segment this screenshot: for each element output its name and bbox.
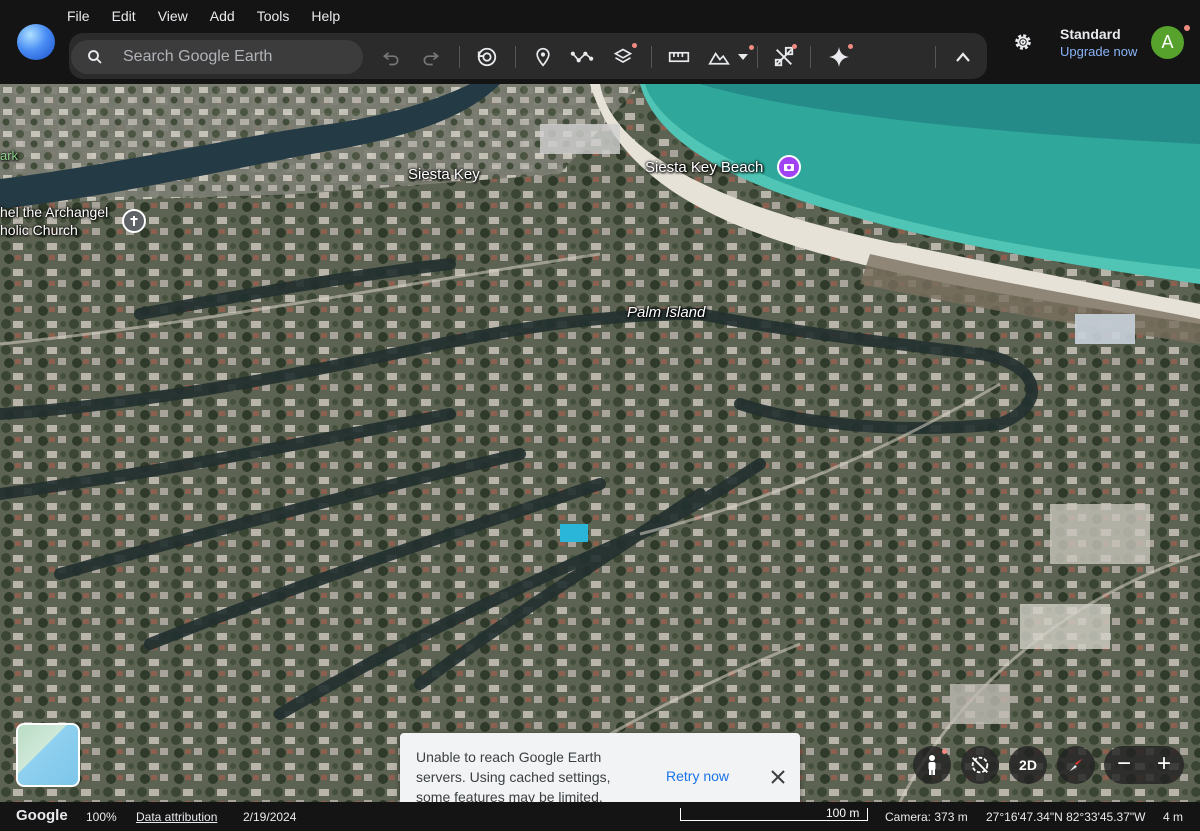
label-park[interactable]: ark xyxy=(0,148,18,163)
retry-button[interactable]: Retry now xyxy=(666,768,729,784)
google-earth-logo[interactable] xyxy=(17,24,55,60)
menu-view[interactable]: View xyxy=(147,5,199,27)
camera-altitude: Camera: 373 m xyxy=(885,810,968,824)
zoom-out-icon[interactable]: − xyxy=(1106,750,1142,780)
menu-file[interactable]: File xyxy=(56,5,101,27)
reset-tilt-icon[interactable] xyxy=(961,746,999,784)
menu-help[interactable]: Help xyxy=(300,5,351,27)
label-church-line1[interactable]: hel the Archangel xyxy=(0,204,108,220)
path-icon[interactable] xyxy=(569,44,595,70)
layers-icon[interactable] xyxy=(610,44,636,70)
zoom-controls: − + xyxy=(1104,746,1184,784)
label-church-line2[interactable]: holic Church xyxy=(0,222,78,238)
map-view[interactable]: Siesta Key Siesta Key Beach Palm Island … xyxy=(0,84,1200,802)
terrain-icon[interactable] xyxy=(706,44,732,70)
history-icon[interactable] xyxy=(474,44,500,70)
menu-edit[interactable]: Edit xyxy=(101,5,147,27)
close-icon[interactable] xyxy=(770,769,786,785)
menu-tools[interactable]: Tools xyxy=(246,5,301,27)
pegman-notification-dot xyxy=(942,749,947,754)
camera-pin-icon[interactable] xyxy=(777,155,801,179)
collapse-icon[interactable] xyxy=(950,44,976,70)
zoom-level: 100% xyxy=(86,810,117,824)
elevation: 4 m xyxy=(1163,810,1184,824)
plan-title: Standard xyxy=(1060,26,1121,42)
undo-icon[interactable] xyxy=(378,44,404,70)
imagery-date: 2/19/2024 xyxy=(243,810,297,824)
label-palm-island[interactable]: Palm Island xyxy=(627,304,705,321)
menu-add[interactable]: Add xyxy=(199,5,246,27)
status-bar: Google 100% Data attribution 2/19/2024 C… xyxy=(0,802,1200,831)
search-input[interactable]: Search Google Earth xyxy=(71,40,363,74)
aerial-imagery xyxy=(0,84,1200,802)
measure-icon[interactable] xyxy=(666,44,692,70)
label-siesta-key-beach[interactable]: Siesta Key Beach xyxy=(645,159,763,176)
compass-icon[interactable] xyxy=(1057,746,1095,784)
zoom-in-icon[interactable]: + xyxy=(1146,750,1182,780)
redo-icon[interactable] xyxy=(418,44,444,70)
notification-dot xyxy=(1184,25,1190,31)
toast-message: Unable to reach Google Earth servers. Us… xyxy=(416,749,611,805)
coordinates: 27°16'47.34"N 82°33'45.37"W xyxy=(986,810,1146,824)
minimap[interactable] xyxy=(16,723,80,787)
search-icon xyxy=(88,50,102,64)
data-attribution-link[interactable]: Data attribution xyxy=(136,810,217,824)
label-siesta-key[interactable]: Siesta Key xyxy=(408,166,480,183)
toggle-2d-button[interactable]: 2D xyxy=(1009,746,1047,784)
search-placeholder: Search Google Earth xyxy=(123,48,273,65)
avatar[interactable]: A xyxy=(1151,26,1184,59)
menu-bar: File Edit View Add Tools Help xyxy=(56,5,351,27)
google-brand: Google xyxy=(16,807,68,824)
upgrade-link[interactable]: Upgrade now xyxy=(1060,44,1137,59)
top-bar: File Edit View Add Tools Help Search Goo… xyxy=(0,0,1200,84)
toolbar: Search Google Earth xyxy=(69,33,987,79)
church-pin-icon[interactable] xyxy=(122,209,146,233)
scale-label: 100 m xyxy=(826,806,860,820)
settings-gear-icon[interactable] xyxy=(1012,31,1034,53)
placemark-icon[interactable] xyxy=(530,44,556,70)
